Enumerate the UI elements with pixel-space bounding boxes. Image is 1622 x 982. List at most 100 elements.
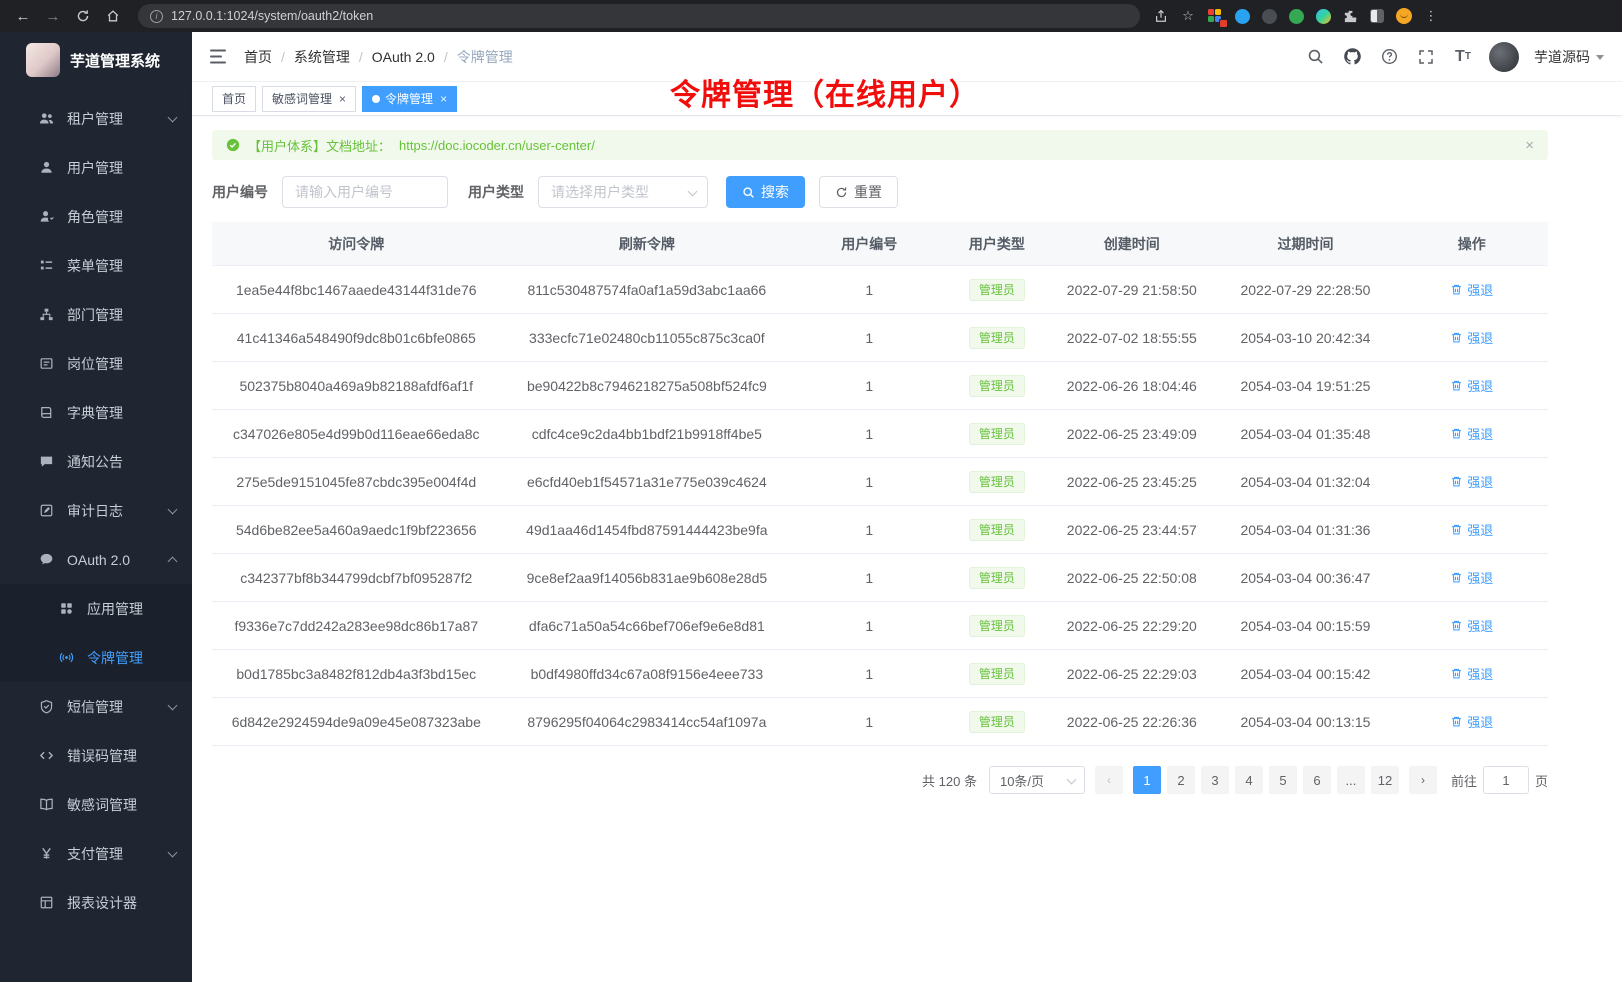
- sidebar-item-pay[interactable]: 支付管理: [0, 829, 192, 878]
- home-button[interactable]: [100, 4, 126, 28]
- user-type-cell: 管理员: [945, 663, 1048, 685]
- page-button-4[interactable]: 4: [1235, 766, 1263, 794]
- force-logout-button[interactable]: 强退: [1450, 376, 1493, 395]
- reload-button[interactable]: [70, 4, 96, 28]
- sidebar-item-menu[interactable]: 菜单管理: [0, 241, 192, 290]
- app-logo[interactable]: 芋道管理系统: [0, 32, 192, 88]
- sidebar-item-post[interactable]: 岗位管理: [0, 339, 192, 388]
- sidebar-item-dept[interactable]: 部门管理: [0, 290, 192, 339]
- doc-alert: 【用户体系】文档地址： https://doc.iocoder.cn/user-…: [212, 130, 1548, 160]
- user-type-select[interactable]: 请选择用户类型: [538, 176, 708, 208]
- force-logout-button[interactable]: 强退: [1450, 424, 1493, 443]
- sidebar-item-tenant[interactable]: 租户管理: [0, 94, 192, 143]
- sidebar-item-oauth2-app[interactable]: 应用管理: [0, 584, 192, 633]
- goto-page-input[interactable]: [1483, 766, 1529, 794]
- force-logout-button[interactable]: 强退: [1450, 568, 1493, 587]
- delete-icon: [1450, 523, 1463, 536]
- extension-dark-icon[interactable]: [1260, 7, 1278, 25]
- table-row: 54d6be82ee5a460a9aedc1f9bf22365649d1aa46…: [212, 506, 1548, 554]
- breadcrumb-item[interactable]: 系统管理: [294, 47, 350, 67]
- site-info-icon[interactable]: i: [150, 10, 163, 23]
- sidebar-item-sensitive-word[interactable]: 敏感词管理: [0, 780, 192, 829]
- help-icon[interactable]: [1378, 46, 1400, 68]
- force-logout-button[interactable]: 强退: [1450, 472, 1493, 491]
- tab-2[interactable]: 令牌管理×: [362, 86, 457, 112]
- extension-grid-icon[interactable]: [1206, 7, 1224, 25]
- tab-0[interactable]: 首页: [212, 86, 256, 112]
- extensions-puzzle-icon[interactable]: [1341, 7, 1359, 25]
- breadcrumb-separator: /: [359, 49, 363, 65]
- actions-cell: 强退: [1396, 376, 1548, 395]
- sidebar-item-sms[interactable]: 短信管理: [0, 682, 192, 731]
- card-icon: [38, 356, 54, 372]
- alert-link[interactable]: https://doc.iocoder.cn/user-center/: [399, 138, 595, 153]
- actions-cell: 强退: [1396, 328, 1548, 347]
- search-icon[interactable]: [1304, 46, 1326, 68]
- created-time-cell: 2022-06-25 22:26:36: [1048, 714, 1215, 730]
- bookmark-star-icon[interactable]: ☆: [1179, 7, 1197, 25]
- share-icon[interactable]: [1152, 7, 1170, 25]
- browser-menu-icon[interactable]: ⋮: [1422, 7, 1440, 25]
- theme-toggle-icon[interactable]: [1368, 7, 1386, 25]
- extension-rainbow-icon[interactable]: [1314, 7, 1332, 25]
- navbar-actions: TT 芋道源码: [1304, 42, 1604, 72]
- next-page-button[interactable]: ›: [1409, 766, 1437, 794]
- force-logout-button[interactable]: 强退: [1450, 712, 1493, 731]
- force-logout-button[interactable]: 强退: [1450, 328, 1493, 347]
- extension-blue-icon[interactable]: [1233, 7, 1251, 25]
- sidebar-item-audit-log[interactable]: 审计日志: [0, 486, 192, 535]
- forward-button[interactable]: →: [40, 4, 66, 28]
- alert-close-icon[interactable]: ×: [1525, 137, 1534, 154]
- expire-time-cell: 2054-03-04 00:15:42: [1215, 666, 1395, 682]
- profile-avatar-icon[interactable]: [1395, 7, 1413, 25]
- user-type-cell: 管理员: [945, 567, 1048, 589]
- page-button-3[interactable]: 3: [1201, 766, 1229, 794]
- expire-time-cell: 2054-03-04 01:31:36: [1215, 522, 1395, 538]
- search-button[interactable]: 搜索: [726, 176, 805, 208]
- breadcrumb-item[interactable]: OAuth 2.0: [372, 49, 435, 65]
- prev-page-button[interactable]: ‹: [1095, 766, 1123, 794]
- sidebar-item-error-code[interactable]: 错误码管理: [0, 731, 192, 780]
- expire-time-cell: 2054-03-04 01:32:04: [1215, 474, 1395, 490]
- sidebar-item-oauth2-token[interactable]: 令牌管理: [0, 633, 192, 682]
- table-header: 访问令牌刷新令牌用户编号用户类型创建时间过期时间操作: [212, 222, 1548, 266]
- fullscreen-icon[interactable]: [1415, 46, 1437, 68]
- breadcrumb-item[interactable]: 首页: [244, 47, 272, 67]
- sidebar-toggle-icon[interactable]: [210, 49, 228, 64]
- force-logout-button[interactable]: 强退: [1450, 664, 1493, 683]
- user-avatar[interactable]: [1489, 42, 1519, 72]
- tab-1[interactable]: 敏感词管理×: [262, 86, 356, 112]
- sidebar-item-notice[interactable]: 通知公告: [0, 437, 192, 486]
- page-button-1[interactable]: 1: [1133, 766, 1161, 794]
- close-icon[interactable]: ×: [339, 93, 346, 105]
- appgrid-icon: [58, 601, 74, 617]
- user-id-input[interactable]: [282, 176, 448, 208]
- force-logout-button[interactable]: 强退: [1450, 616, 1493, 635]
- extension-green-icon[interactable]: [1287, 7, 1305, 25]
- user-id-cell: 1: [793, 522, 945, 538]
- page-button-2[interactable]: 2: [1167, 766, 1195, 794]
- refresh-token-cell: be90422b8c7946218275a508bf524fc9: [501, 378, 794, 394]
- page-size-select[interactable]: 10条/页: [989, 766, 1085, 794]
- back-button[interactable]: ←: [10, 4, 36, 28]
- sidebar-item-report-designer[interactable]: 报表设计器: [0, 878, 192, 927]
- sidebar-item-role[interactable]: 角色管理: [0, 192, 192, 241]
- page-button-6[interactable]: 6: [1303, 766, 1331, 794]
- reset-button[interactable]: 重置: [819, 176, 898, 208]
- font-size-icon[interactable]: TT: [1452, 46, 1474, 68]
- force-logout-button[interactable]: 强退: [1450, 280, 1493, 299]
- page-ellipsis[interactable]: ...: [1337, 766, 1365, 794]
- close-icon[interactable]: ×: [440, 93, 447, 105]
- sidebar-item-oauth2[interactable]: OAuth 2.0: [0, 535, 192, 584]
- address-bar[interactable]: i 127.0.0.1:1024/system/oauth2/token: [138, 4, 1140, 28]
- active-dot: [372, 95, 380, 103]
- chevron-down-icon: [168, 112, 178, 122]
- sidebar-item-dict[interactable]: 字典管理: [0, 388, 192, 437]
- force-logout-button[interactable]: 强退: [1450, 520, 1493, 539]
- page-button-12[interactable]: 12: [1371, 766, 1399, 794]
- github-icon[interactable]: [1341, 46, 1363, 68]
- page-button-5[interactable]: 5: [1269, 766, 1297, 794]
- user-menu[interactable]: 芋道源码: [1534, 47, 1604, 67]
- chevron-down-icon: [1067, 775, 1077, 785]
- sidebar-item-user[interactable]: 用户管理: [0, 143, 192, 192]
